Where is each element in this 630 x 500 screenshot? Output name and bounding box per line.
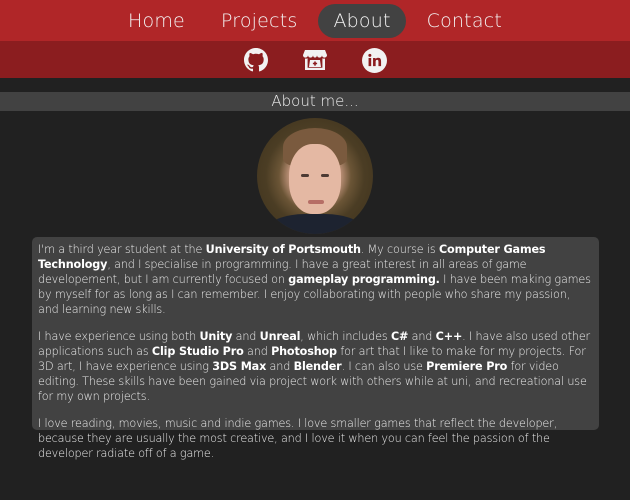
about-card: I'm a third year student at the Universi… xyxy=(32,237,599,460)
highlighted-term: Premiere Pro xyxy=(426,360,508,373)
about-paragraph-3: I love reading, movies, music and indie … xyxy=(38,416,593,461)
text-run: and xyxy=(243,345,272,358)
nav-projects[interactable]: Projects xyxy=(206,4,313,38)
nav-about[interactable]: About xyxy=(318,3,406,38)
about-paragraph-2: I have experience using both Unity and U… xyxy=(38,329,593,404)
nav-contact[interactable]: Contact xyxy=(412,4,517,38)
text-run: . I can also use xyxy=(341,360,427,373)
highlighted-term: 3DS Max xyxy=(212,360,267,373)
text-run: I love reading, movies, music and indie … xyxy=(38,417,557,460)
top-navigation: Home Projects About Contact xyxy=(0,0,630,41)
text-run: and xyxy=(266,360,294,373)
nav-home[interactable]: Home xyxy=(113,4,200,38)
text-run: and xyxy=(232,330,260,343)
social-links-bar xyxy=(0,41,630,78)
section-title: About me... xyxy=(0,92,630,111)
text-run: and xyxy=(408,330,436,343)
highlighted-term: Blender xyxy=(293,360,342,373)
highlighted-term: Unity xyxy=(199,330,233,343)
text-run: . My course is xyxy=(360,243,439,256)
highlighted-term: C# xyxy=(390,330,409,343)
highlighted-term: gameplay programming. xyxy=(288,273,440,286)
text-run: I have experience using both xyxy=(38,330,200,343)
github-icon xyxy=(244,48,268,72)
text-run: I'm a third year student at the xyxy=(38,243,206,256)
github-link[interactable] xyxy=(243,47,269,73)
highlighted-term: Unreal xyxy=(259,330,301,343)
profile-photo xyxy=(257,118,373,234)
linkedin-icon xyxy=(361,47,387,73)
about-paragraph-1: I'm a third year student at the Universi… xyxy=(38,242,593,317)
highlighted-term: Clip Studio Pro xyxy=(151,345,244,358)
text-run: , which includes xyxy=(300,330,391,343)
highlighted-term: C++ xyxy=(435,330,463,343)
itchio-link[interactable] xyxy=(302,47,328,73)
highlighted-term: Photoshop xyxy=(271,345,337,358)
itchio-icon xyxy=(303,50,327,70)
linkedin-link[interactable] xyxy=(361,47,387,73)
highlighted-term: University of Portsmouth xyxy=(205,243,361,256)
